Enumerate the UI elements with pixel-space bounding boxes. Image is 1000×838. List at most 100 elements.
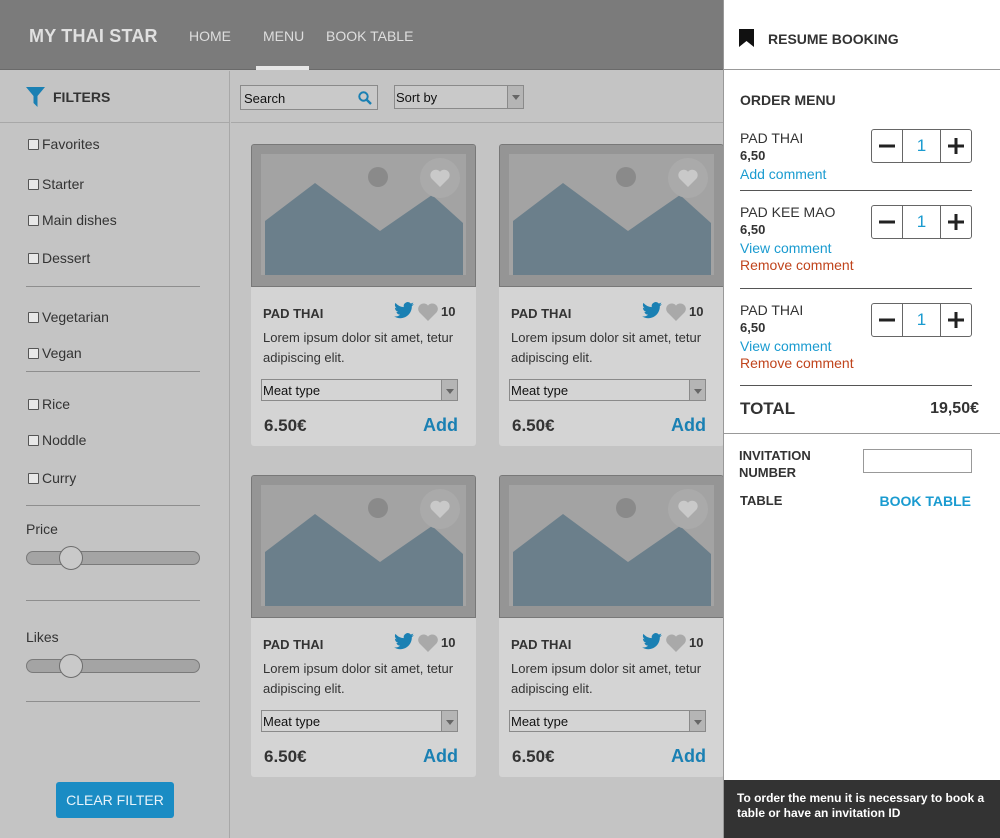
sort-by-dropdown[interactable]: Sort by xyxy=(394,85,524,109)
filter-starter[interactable]: Starter xyxy=(28,176,84,192)
heart-icon[interactable] xyxy=(665,633,687,658)
checkbox[interactable] xyxy=(28,252,39,264)
order-item-price: 6,50 xyxy=(740,222,766,237)
minus-icon[interactable] xyxy=(872,304,902,336)
clear-filter-button[interactable]: CLEAR FILTER xyxy=(56,782,174,818)
search-input[interactable]: Search xyxy=(240,85,378,110)
filter-label: Vegan xyxy=(42,345,82,361)
sort-by-label: Sort by xyxy=(396,90,438,105)
chevron-down-icon[interactable] xyxy=(441,380,457,400)
remove-comment-link[interactable]: Remove comment xyxy=(740,257,854,273)
filters-title: FILTERS xyxy=(53,89,111,105)
chevron-down-icon[interactable] xyxy=(689,711,705,731)
price-slider[interactable] xyxy=(26,551,200,565)
filter-noddle[interactable]: Noddle xyxy=(28,432,86,448)
filter-vegetarian[interactable]: Vegetarian xyxy=(28,309,109,325)
heart-icon[interactable] xyxy=(665,302,687,327)
checkbox[interactable] xyxy=(28,434,39,446)
dish-title: PAD THAI xyxy=(511,637,572,652)
quantity-value: 1 xyxy=(902,304,941,336)
twitter-icon[interactable] xyxy=(641,302,663,325)
nav-menu[interactable]: MENU xyxy=(263,28,304,44)
favorite-heart-icon[interactable] xyxy=(668,489,708,529)
filter-rice[interactable]: Rice xyxy=(28,396,70,412)
checkbox[interactable] xyxy=(28,138,39,150)
meat-type-label: Meat type xyxy=(511,383,569,398)
like-count: 10 xyxy=(441,635,456,650)
favorite-heart-icon[interactable] xyxy=(420,158,460,198)
filter-dessert[interactable]: Dessert xyxy=(28,250,90,266)
dish-description: Lorem ipsum dolor sit amet, tetur adipis… xyxy=(511,330,702,365)
plus-icon[interactable] xyxy=(941,130,971,162)
checkbox[interactable] xyxy=(28,347,39,359)
add-button[interactable]: Add xyxy=(423,415,458,436)
book-table-link[interactable]: BOOK TABLE xyxy=(879,493,971,509)
add-button[interactable]: Add xyxy=(671,415,706,436)
add-button[interactable]: Add xyxy=(671,746,706,767)
resume-booking-title: RESUME BOOKING xyxy=(768,31,899,47)
twitter-icon[interactable] xyxy=(393,302,415,325)
heart-icon[interactable] xyxy=(417,302,439,327)
meat-type-dropdown[interactable]: Meat type xyxy=(261,710,458,732)
checkbox[interactable] xyxy=(28,214,39,226)
quantity-stepper[interactable]: 1 xyxy=(871,303,972,337)
quantity-stepper[interactable]: 1 xyxy=(871,205,972,239)
filter-favorites[interactable]: Favorites xyxy=(28,136,100,152)
minus-icon[interactable] xyxy=(872,206,902,238)
remove-comment-link[interactable]: Remove comment xyxy=(740,355,854,371)
invitation-number-label: INVITATION NUMBER xyxy=(739,448,811,480)
dish-card: PAD THAI 10 Lorem ipsum dolor sit amet, te… xyxy=(251,475,476,777)
favorite-heart-icon[interactable] xyxy=(420,489,460,529)
heart-icon[interactable] xyxy=(417,633,439,658)
price-slider-handle[interactable] xyxy=(59,546,83,570)
minus-icon[interactable] xyxy=(872,130,902,162)
nav-home[interactable]: HOME xyxy=(189,28,231,44)
total-value: 19,50€ xyxy=(930,400,979,417)
divider xyxy=(740,288,972,289)
bookmark-icon xyxy=(739,29,754,52)
chevron-down-icon[interactable] xyxy=(507,86,523,108)
invitation-number-input[interactable] xyxy=(863,449,972,473)
filter-label: Vegetarian xyxy=(42,309,109,325)
favorite-heart-icon[interactable] xyxy=(668,158,708,198)
view-comment-link[interactable]: View comment xyxy=(740,240,832,256)
quantity-stepper[interactable]: 1 xyxy=(871,129,972,163)
nav-book-table[interactable]: BOOK TABLE xyxy=(326,28,413,44)
meat-type-dropdown[interactable]: Meat type xyxy=(509,379,706,401)
meat-type-dropdown[interactable]: Meat type xyxy=(509,710,706,732)
search-icon[interactable] xyxy=(358,91,372,108)
divider xyxy=(26,286,200,287)
checkbox[interactable] xyxy=(28,398,39,410)
dish-title: PAD THAI xyxy=(263,306,324,321)
filter-label: Noddle xyxy=(42,432,87,448)
brand-logo[interactable]: MY THAI STAR xyxy=(29,26,158,47)
plus-icon[interactable] xyxy=(941,206,971,238)
chevron-down-icon[interactable] xyxy=(689,380,705,400)
add-comment-link[interactable]: Add comment xyxy=(740,166,826,182)
checkbox[interactable] xyxy=(28,311,39,323)
filter-vegan[interactable]: Vegan xyxy=(28,345,82,361)
meat-type-label: Meat type xyxy=(263,383,321,398)
dish-card: PAD THAI 10 Lorem ipsum dolor sit amet, te… xyxy=(251,144,476,446)
total-label: TOTAL xyxy=(740,399,796,418)
checkbox[interactable] xyxy=(28,178,39,190)
likes-slider-handle[interactable] xyxy=(59,654,83,678)
likes-label: Likes xyxy=(26,629,59,645)
filter-main-dishes[interactable]: Main dishes xyxy=(28,212,117,228)
order-menu-title: ORDER MENU xyxy=(740,92,836,108)
quantity-value: 1 xyxy=(902,130,941,162)
chevron-down-icon[interactable] xyxy=(441,711,457,731)
order-item-name: PAD THAI xyxy=(740,130,804,146)
likes-slider[interactable] xyxy=(26,659,200,673)
add-button[interactable]: Add xyxy=(423,746,458,767)
table-label: TABLE xyxy=(740,493,783,508)
checkbox[interactable] xyxy=(28,472,39,484)
dish-title: PAD THAI xyxy=(511,306,572,321)
view-comment-link[interactable]: View comment xyxy=(740,338,832,354)
twitter-icon[interactable] xyxy=(641,633,663,656)
meat-type-dropdown[interactable]: Meat type xyxy=(261,379,458,401)
filter-curry[interactable]: Curry xyxy=(28,470,76,486)
plus-icon[interactable] xyxy=(941,304,971,336)
like-count: 10 xyxy=(441,304,456,319)
twitter-icon[interactable] xyxy=(393,633,415,656)
